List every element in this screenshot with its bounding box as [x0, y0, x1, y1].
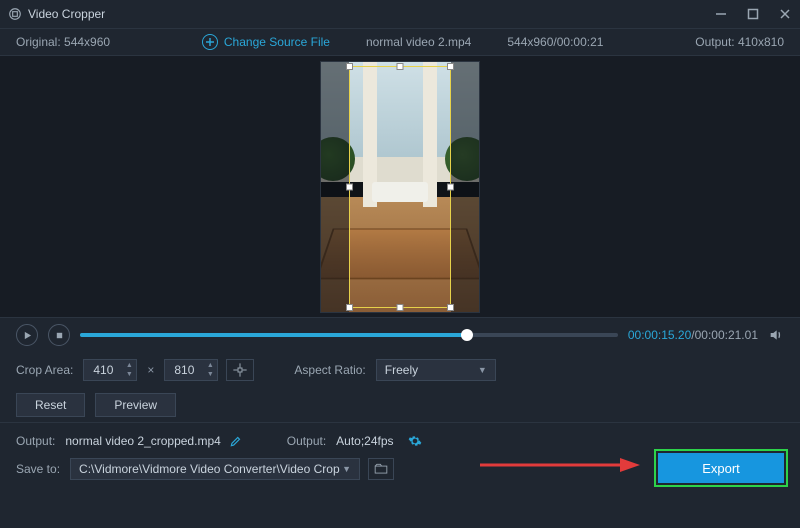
crop-handle-br[interactable] — [447, 304, 454, 311]
export-highlight: Export — [658, 453, 784, 483]
output-settings-button[interactable] — [408, 434, 422, 448]
source-filename: normal video 2.mp4 — [366, 35, 471, 49]
aspect-ratio-select[interactable]: Freely ▼ — [376, 359, 496, 381]
seek-knob[interactable] — [461, 329, 473, 341]
times-icon: × — [147, 363, 154, 377]
output-dimensions: Output: 410x810 — [695, 35, 784, 49]
crop-handle-bl[interactable] — [346, 304, 353, 311]
crop-rectangle[interactable] — [349, 66, 451, 308]
app-icon — [8, 7, 22, 21]
chevron-down-icon: ▼ — [342, 464, 351, 474]
crop-area-label: Crop Area: — [16, 363, 73, 377]
change-source-label: Change Source File — [224, 35, 330, 49]
crop-handle-ml[interactable] — [346, 183, 353, 190]
crop-handle-bm[interactable] — [397, 304, 404, 311]
edit-output-name-button[interactable] — [229, 434, 243, 448]
width-step-up-icon[interactable]: ▲ — [124, 362, 134, 369]
save-to-label: Save to: — [16, 462, 60, 476]
output-format-value: Auto;24fps — [336, 434, 393, 448]
width-step-down-icon[interactable]: ▼ — [124, 371, 134, 378]
stop-button[interactable] — [48, 324, 70, 346]
aspect-ratio-label: Aspect Ratio: — [294, 363, 365, 377]
crop-handle-mr[interactable] — [447, 183, 454, 190]
crop-handle-tl[interactable] — [346, 63, 353, 70]
crop-height-input[interactable]: 810 ▲ ▼ — [164, 359, 218, 381]
play-button[interactable] — [16, 324, 38, 346]
change-source-button[interactable]: Change Source File — [202, 34, 330, 50]
crop-width-input[interactable]: 410 ▲ ▼ — [83, 359, 137, 381]
video-preview[interactable] — [0, 55, 800, 318]
output-format-label: Output: — [287, 434, 326, 448]
preview-button[interactable]: Preview — [95, 393, 176, 417]
crop-width-value: 410 — [93, 363, 113, 377]
crop-handle-tm[interactable] — [397, 63, 404, 70]
height-step-up-icon[interactable]: ▲ — [205, 362, 215, 369]
plus-icon — [202, 34, 218, 50]
crop-handle-tr[interactable] — [447, 63, 454, 70]
aspect-ratio-value: Freely — [385, 363, 418, 377]
output-file-label: Output: — [16, 434, 55, 448]
save-path-value: C:\Vidmore\Vidmore Video Converter\Video… — [79, 462, 340, 476]
timecode: 00:00:15.20/00:00:21.01 — [628, 328, 758, 342]
close-icon[interactable] — [778, 7, 792, 21]
open-folder-button[interactable] — [368, 458, 394, 480]
crop-height-value: 810 — [174, 363, 194, 377]
center-crop-button[interactable] — [226, 359, 254, 381]
save-path-select[interactable]: C:\Vidmore\Vidmore Video Converter\Video… — [70, 458, 360, 480]
original-dimensions: Original: 544x960 — [16, 35, 110, 49]
chevron-down-icon: ▼ — [478, 365, 487, 375]
reset-button[interactable]: Reset — [16, 393, 85, 417]
minimize-icon[interactable] — [714, 7, 728, 21]
seek-slider[interactable] — [80, 333, 618, 337]
export-button[interactable]: Export — [658, 453, 784, 483]
maximize-icon[interactable] — [746, 7, 760, 21]
source-meta: 544x960/00:00:21 — [507, 35, 603, 49]
app-title: Video Cropper — [28, 7, 105, 21]
volume-icon[interactable] — [768, 327, 784, 343]
height-step-down-icon[interactable]: ▼ — [205, 371, 215, 378]
output-file-value: normal video 2_cropped.mp4 — [65, 434, 220, 448]
